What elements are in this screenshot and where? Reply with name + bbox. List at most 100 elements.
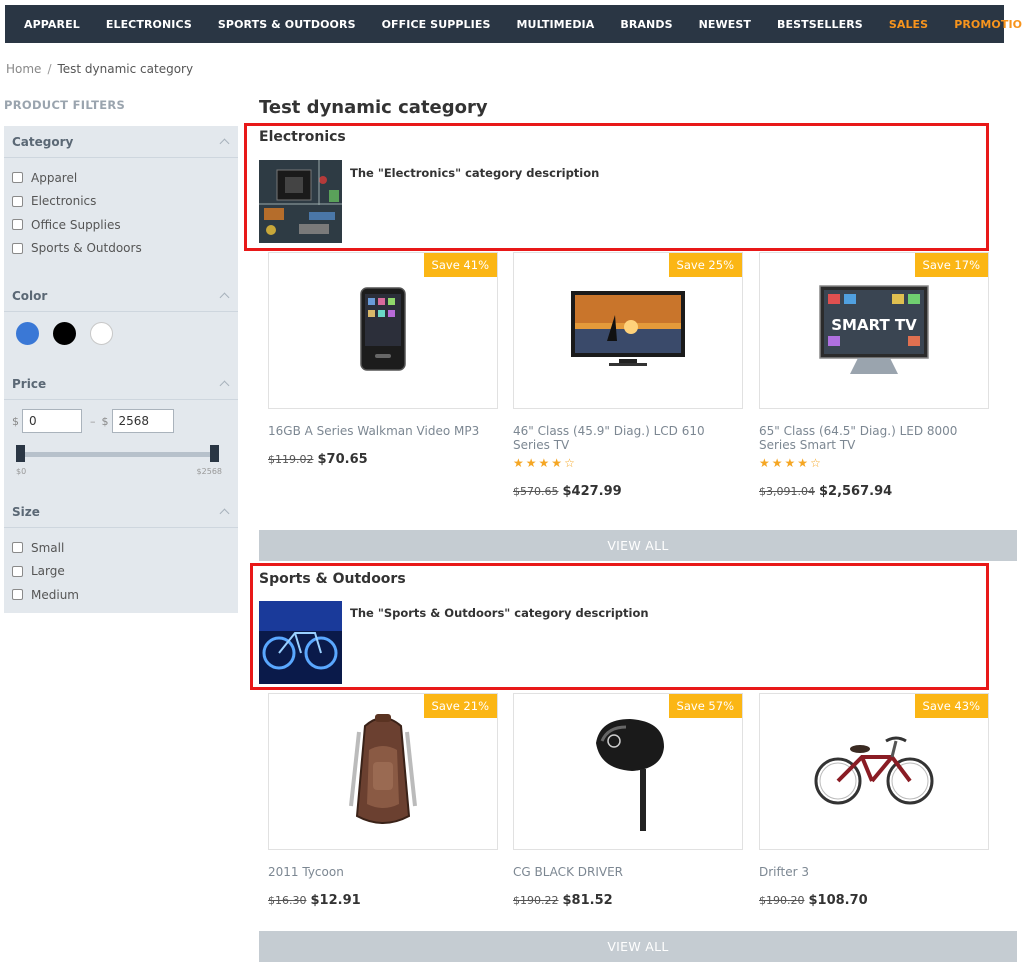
filters-sidebar: Category Apparel Electronics Office Supp… — [4, 126, 238, 613]
product-name[interactable]: CG BLACK DRIVER — [513, 865, 743, 879]
category-heading-electronics[interactable]: Electronics — [259, 129, 346, 145]
product-image-frame[interactable]: Save 21% — [268, 693, 498, 850]
size-option-large[interactable]: Large — [4, 560, 238, 584]
mp3-player-image[interactable] — [359, 286, 407, 376]
product-image-frame[interactable]: Save 41% — [268, 252, 498, 409]
nav-item-newest[interactable]: NEWEST — [686, 18, 764, 31]
rating-stars: ★★★★☆ — [513, 456, 743, 470]
product-card[interactable]: Save 41% 16GB A Series Walkman Video MP3… — [268, 252, 498, 467]
price-slider-max-handle[interactable] — [210, 445, 219, 462]
old-price: $16.30 — [268, 894, 307, 907]
product-prices: $190.20 $108.70 — [759, 893, 989, 908]
category-filter-header[interactable]: Category — [4, 126, 238, 158]
product-name[interactable]: Drifter 3 — [759, 865, 989, 879]
product-name[interactable]: 46" Class (45.9" Diag.) LCD 610 Series T… — [513, 424, 743, 452]
color-swatch-white[interactable] — [90, 322, 113, 345]
lcd-tv-image[interactable] — [569, 289, 687, 373]
checkbox[interactable] — [12, 242, 23, 254]
price-range-inputs: $ 0 – $ 2568 — [4, 400, 238, 433]
product-name[interactable]: 2011 Tycoon — [268, 865, 498, 879]
product-card[interactable]: Save 43% Drifter 3 $190.20 $108.70 — [759, 693, 989, 908]
highlight-box — [244, 123, 989, 251]
price-slider[interactable] — [16, 445, 219, 465]
star-filled-icon: ★ — [551, 456, 565, 470]
product-image-frame[interactable]: Save 43% — [759, 693, 989, 850]
price-slider-min-handle[interactable] — [16, 445, 25, 462]
price-slider-track[interactable] — [16, 452, 218, 457]
nav-item-brands[interactable]: BRANDS — [607, 18, 685, 31]
checkbox[interactable] — [12, 565, 23, 577]
category-option-office-supplies[interactable]: Office Supplies — [4, 213, 238, 237]
color-filter-label: Color — [12, 288, 48, 303]
checkbox[interactable] — [12, 542, 23, 554]
star-filled-icon: ★ — [797, 456, 811, 470]
backpack-image[interactable] — [343, 706, 423, 838]
checkbox[interactable] — [12, 589, 23, 601]
nav-item-apparel[interactable]: APPAREL — [11, 18, 93, 31]
sale-price: $108.70 — [808, 893, 868, 908]
category-option-electronics[interactable]: Electronics — [4, 190, 238, 214]
chevron-up-icon[interactable] — [219, 380, 230, 391]
product-image-frame[interactable]: Save 17% SMART TV — [759, 252, 989, 409]
product-name[interactable]: 16GB A Series Walkman Video MP3 — [268, 424, 498, 438]
product-card[interactable]: Save 57% CG BLACK DRIVER $190.22 $81.52 — [513, 693, 743, 908]
checkbox[interactable] — [12, 219, 23, 231]
nav-item-office-supplies[interactable]: OFFICE SUPPLIES — [369, 18, 504, 31]
star-filled-icon: ★ — [784, 456, 798, 470]
view-all-sports-outdoors-button[interactable]: VIEW ALL — [259, 931, 1017, 962]
golf-driver-image[interactable] — [586, 713, 670, 837]
product-image-frame[interactable]: Save 25% — [513, 252, 743, 409]
product-image-frame[interactable]: Save 57% — [513, 693, 743, 850]
view-all-electronics-button[interactable]: VIEW ALL — [259, 530, 1017, 561]
product-prices: $3,091.04 $2,567.94 — [759, 484, 989, 499]
nav-item-electronics[interactable]: ELECTRONICS — [93, 18, 205, 31]
circuit-board-image[interactable] — [259, 160, 342, 243]
breadcrumb-home-link[interactable]: Home — [6, 62, 41, 76]
product-name[interactable]: 65" Class (64.5" Diag.) LED 8000 Series … — [759, 424, 989, 452]
rating-stars: ★★★★☆ — [759, 456, 989, 470]
cruiser-bike-image[interactable] — [812, 733, 936, 811]
color-filter: Color — [4, 280, 238, 345]
nav-item-bestsellers[interactable]: BESTSELLERS — [764, 18, 876, 31]
nav-item-promotions[interactable]: PROMOTIONS — [941, 18, 1022, 31]
color-swatch-black[interactable] — [53, 322, 76, 345]
checkbox-label: Apparel — [31, 170, 78, 185]
page-title: Test dynamic category — [259, 97, 488, 118]
sale-price: $70.65 — [317, 452, 368, 467]
size-option-medium[interactable]: Medium — [4, 583, 238, 607]
size-filter-header[interactable]: Size — [4, 496, 238, 528]
product-filters-title: PRODUCT FILTERS — [4, 98, 126, 112]
color-swatch-blue[interactable] — [16, 322, 39, 345]
chevron-up-icon[interactable] — [219, 508, 230, 519]
price-min-input[interactable]: 0 — [22, 409, 82, 433]
chevron-up-icon[interactable] — [219, 138, 230, 149]
nav-item-multimedia[interactable]: MULTIMEDIA — [504, 18, 608, 31]
price-max-input[interactable]: 2568 — [111, 409, 174, 433]
nav-item-sales[interactable]: SALES — [876, 18, 941, 31]
category-description-sports-outdoors: The "Sports & Outdoors" category descrip… — [350, 606, 649, 620]
checkbox[interactable] — [12, 195, 23, 207]
category-heading-sports-outdoors[interactable]: Sports & Outdoors — [259, 571, 406, 587]
currency-symbol: $ — [12, 414, 19, 428]
color-filter-header[interactable]: Color — [4, 280, 238, 312]
size-filter: Size Small Large Medium — [4, 496, 238, 607]
chevron-up-icon[interactable] — [219, 292, 230, 303]
category-option-apparel[interactable]: Apparel — [4, 166, 238, 190]
product-card[interactable]: Save 25% 46" Class (45.9" Diag.) LCD 610… — [513, 252, 743, 499]
price-filter: Price $ 0 – $ 2568 $0 $2568 — [4, 368, 238, 476]
category-option-sports-outdoors[interactable]: Sports & Outdoors — [4, 237, 238, 261]
size-option-small[interactable]: Small — [4, 536, 238, 560]
bicycle-lights-image[interactable] — [259, 601, 342, 684]
save-badge: Save 43% — [914, 694, 988, 718]
checkbox[interactable] — [12, 172, 23, 184]
price-filter-header[interactable]: Price — [4, 368, 238, 400]
old-price: $190.20 — [759, 894, 805, 907]
product-card[interactable]: Save 17% SMART TV 65" Class (64.5" Diag.… — [759, 252, 989, 499]
product-card[interactable]: Save 21% 2011 Tycoon $16.30 $12.91 — [268, 693, 498, 908]
color-swatches — [4, 312, 238, 345]
breadcrumb-current: Test dynamic category — [57, 62, 194, 76]
smart-tv-image[interactable]: SMART TV — [818, 284, 930, 384]
save-badge: Save 17% — [914, 253, 988, 277]
nav-item-sports-outdoors[interactable]: SPORTS & OUTDOORS — [205, 18, 369, 31]
checkbox-label: Electronics — [31, 194, 97, 209]
